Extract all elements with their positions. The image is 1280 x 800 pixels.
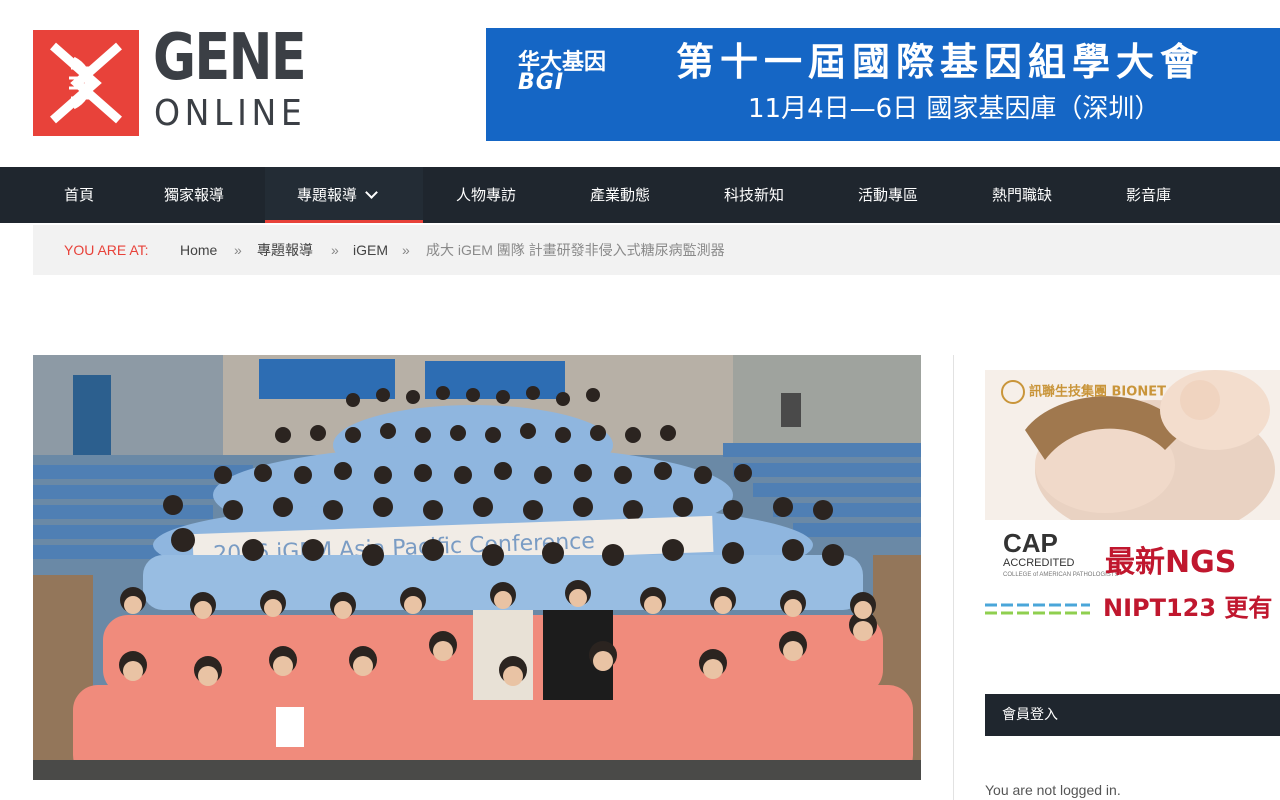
breadcrumb-separator: » xyxy=(234,242,242,258)
nav-item-features-label: 專題報導 xyxy=(297,186,358,204)
breadcrumb-separator: » xyxy=(331,242,339,258)
ad-headline: 最新NGS xyxy=(1105,545,1237,580)
site-logo[interactable]: GENE ONLINE xyxy=(33,26,307,138)
bionet-logo: 訊聯生技集團 BIONET xyxy=(1001,380,1166,404)
breadcrumb-features-link[interactable]: 專題報導 xyxy=(257,225,313,275)
breadcrumb: YOU ARE AT: Home » 專題報導 » iGEM » 成大 iGEM… xyxy=(33,225,1280,275)
cap-accredited-text: ACCREDITED xyxy=(1003,557,1075,569)
nav-item-exclusive[interactable]: 獨家報導 xyxy=(164,167,224,223)
login-widget-title: 會員登入 xyxy=(1002,707,1058,723)
bgi-logo: 华大基因 BGI xyxy=(518,52,606,94)
banner-title: 第十一屆國際基因組學大會 xyxy=(676,40,1205,84)
breadcrumb-home-link[interactable]: Home xyxy=(180,225,217,275)
logo-word-gene: GENE xyxy=(153,21,307,95)
header-ad-banner[interactable]: 华大基因 BGI 第十一屆國際基因組學大會 11月4日—6日 國家基因庫（深圳） xyxy=(486,28,1280,141)
banner-subtitle: 11月4日—6日 國家基因庫（深圳） xyxy=(748,94,1161,124)
nav-item-interviews[interactable]: 人物專訪 xyxy=(456,167,516,223)
nav-item-events[interactable]: 活動專區 xyxy=(858,167,918,223)
bionet-logo-text: 訊聯生技集團 BIONET xyxy=(1029,384,1166,400)
cap-college-text: COLLEGE of AMERICAN PATHOLOGISTS xyxy=(1003,572,1119,578)
dashed-lines-decoration xyxy=(985,603,1090,615)
breadcrumb-separator: » xyxy=(402,242,410,258)
dna-logo-icon xyxy=(33,30,139,136)
bionet-seal-icon xyxy=(1001,380,1025,404)
main-nav: 首頁 獨家報導 專題報導 人物專訪 產業動態 科技新知 活動專區 熱門職缺 影音… xyxy=(0,167,1280,223)
sidebar-ad-banner[interactable]: 訊聯生技集團 BIONET CAP ACCREDITED COLLEGE of … xyxy=(985,370,1280,638)
login-status-text: You are not logged in. xyxy=(985,782,1121,798)
nav-item-science[interactable]: 科技新知 xyxy=(724,167,784,223)
bgi-logo-latin: BGI xyxy=(518,70,565,95)
nav-item-home[interactable]: 首頁 xyxy=(64,167,94,223)
breadcrumb-prefix: YOU ARE AT: xyxy=(64,242,149,258)
sidebar-divider xyxy=(953,355,954,800)
group-photo-illustration: 2016 iGEM Asia Pacific Conference xyxy=(33,355,921,780)
article-featured-image[interactable]: 2016 iGEM Asia Pacific Conference xyxy=(33,355,921,780)
nav-item-industry[interactable]: 產業動態 xyxy=(590,167,650,223)
breadcrumb-igem-link[interactable]: iGEM xyxy=(353,225,388,275)
breadcrumb-current-page: 成大 iGEM 團隊 計畫研發非侵入式糖尿病監測器 xyxy=(426,242,725,258)
logo-word-online: ONLINE xyxy=(154,93,307,134)
chevron-down-icon xyxy=(365,186,378,199)
nav-item-jobs[interactable]: 熱門職缺 xyxy=(992,167,1052,223)
ad-subheadline: NIPT123 更有 xyxy=(1103,594,1273,622)
cap-logo-text: CAP xyxy=(1003,528,1058,558)
nav-item-videos[interactable]: 影音庫 xyxy=(1126,167,1171,223)
login-widget-header: 會員登入 xyxy=(985,694,1280,736)
nav-item-features[interactable]: 專題報導 xyxy=(265,167,423,223)
